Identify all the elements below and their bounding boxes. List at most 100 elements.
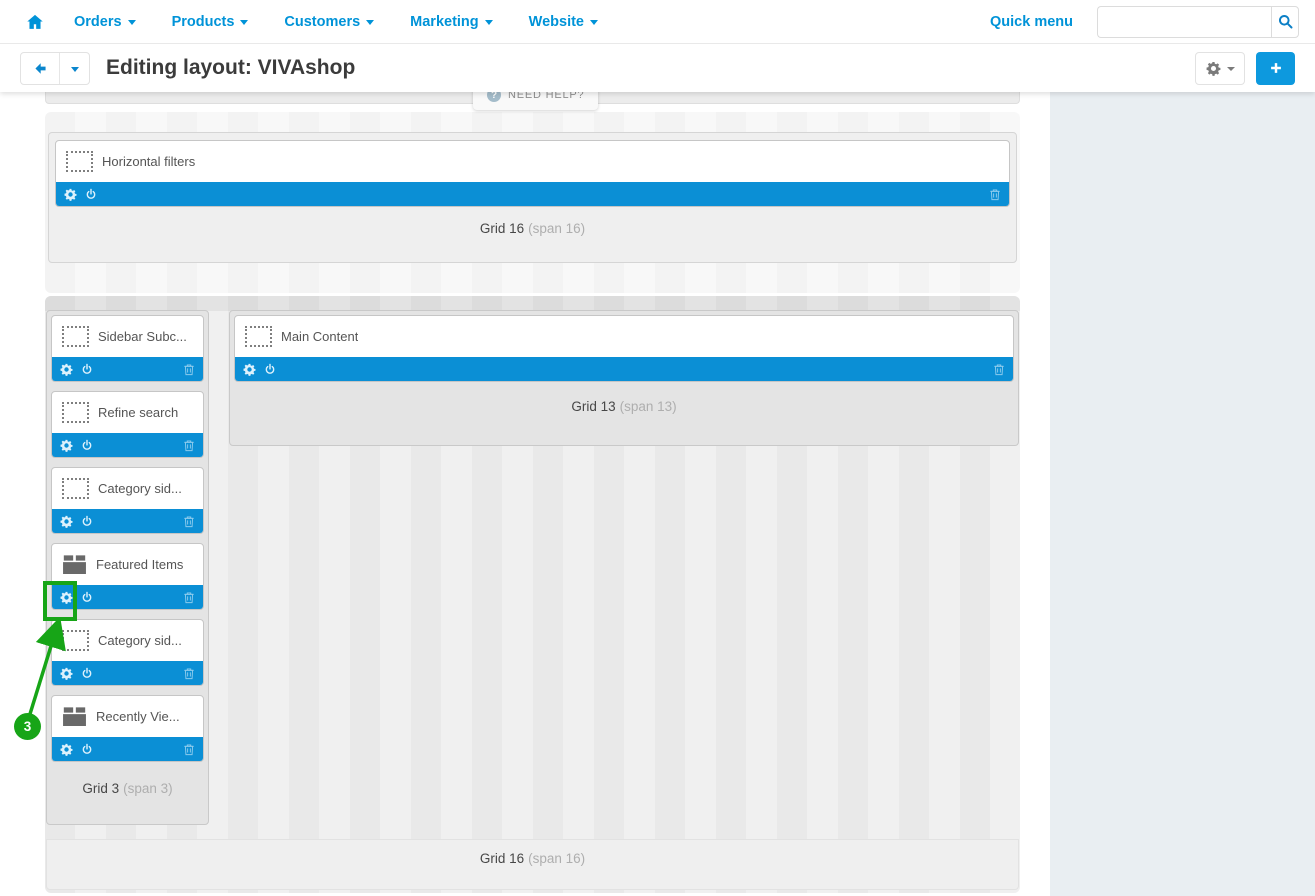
- block-category-sidebox-1[interactable]: Category sid...: [51, 467, 204, 534]
- grid16-top-container: Horizontal filters Grid 16(span 16): [48, 132, 1017, 263]
- gear-icon[interactable]: [60, 439, 73, 452]
- nav-item-label: Customers: [284, 14, 360, 30]
- chevron-down-icon: [240, 20, 248, 25]
- block-label: Featured Items: [96, 557, 183, 572]
- block-header: Recently Vie...: [52, 696, 203, 737]
- block-label: Horizontal filters: [102, 154, 195, 169]
- block-header: Main Content: [235, 316, 1013, 357]
- block-settings-bar: [52, 509, 203, 533]
- block-label: Recently Vie...: [96, 709, 180, 724]
- block-recently-viewed[interactable]: Recently Vie...: [51, 695, 204, 762]
- block-header: Category sid...: [52, 620, 203, 661]
- block-horizontal-filters[interactable]: Horizontal filters: [55, 140, 1010, 207]
- block-settings-bar: [235, 357, 1013, 381]
- dashed-box-icon: [66, 151, 93, 172]
- trash-icon[interactable]: [183, 439, 195, 452]
- power-icon[interactable]: [81, 439, 93, 452]
- nav-item-customers[interactable]: Customers: [284, 14, 374, 30]
- section-top-band: [45, 296, 1020, 311]
- nav-item-marketing[interactable]: Marketing: [410, 14, 493, 30]
- chevron-down-icon: [590, 20, 598, 25]
- block-category-sidebox-2[interactable]: Category sid...: [51, 619, 204, 686]
- quick-menu-link[interactable]: Quick menu: [990, 14, 1073, 30]
- chevron-down-icon: [128, 20, 136, 25]
- dashed-box-icon: [62, 478, 89, 499]
- trash-icon[interactable]: [183, 743, 195, 756]
- page-title: Editing layout: VIVAshop: [106, 56, 355, 80]
- nav-item-products[interactable]: Products: [172, 14, 249, 30]
- home-icon[interactable]: [26, 14, 44, 30]
- grid13-main-container: Main Content Grid 13(span 13): [229, 310, 1019, 446]
- power-icon[interactable]: [81, 363, 93, 376]
- trash-icon[interactable]: [183, 363, 195, 376]
- gear-icon[interactable]: [64, 188, 77, 201]
- block-label: Sidebar Subc...: [98, 329, 187, 344]
- nav-item-label: Orders: [74, 14, 122, 30]
- block-settings-bar: [56, 182, 1009, 206]
- block-settings-bar: [52, 357, 203, 381]
- back-button[interactable]: [21, 53, 60, 84]
- top-navbar: Orders Products Customers Marketing Webs…: [0, 0, 1315, 44]
- annotation-arrow: [20, 618, 70, 718]
- quick-search: [1097, 6, 1299, 38]
- power-icon[interactable]: [81, 743, 93, 756]
- back-dropdown-toggle[interactable]: [60, 53, 89, 84]
- block-settings-bar: [52, 433, 203, 457]
- chevron-down-icon: [366, 20, 374, 25]
- trash-icon[interactable]: [989, 188, 1001, 201]
- annotation-step-number: 3: [14, 713, 41, 740]
- page-header: Editing layout: VIVAshop: [0, 44, 1315, 92]
- nav-item-orders[interactable]: Orders: [74, 14, 136, 30]
- block-header: Horizontal filters: [56, 141, 1009, 182]
- grid-label: Grid 3(span 3): [51, 781, 204, 796]
- trash-icon[interactable]: [183, 667, 195, 680]
- chevron-down-icon: [71, 67, 79, 72]
- block-refine-search[interactable]: Refine search: [51, 391, 204, 458]
- arrow-left-icon: [33, 61, 48, 76]
- block-label: Refine search: [98, 405, 178, 420]
- block-header: Category sid...: [52, 468, 203, 509]
- gear-icon: [1206, 61, 1221, 76]
- power-icon[interactable]: [81, 515, 93, 528]
- trash-icon[interactable]: [993, 363, 1005, 376]
- power-icon[interactable]: [264, 363, 276, 376]
- block-header: Sidebar Subc...: [52, 316, 203, 357]
- dashed-box-icon: [245, 326, 272, 347]
- block-header: Featured Items: [52, 544, 203, 585]
- block-main-content[interactable]: Main Content: [234, 315, 1014, 382]
- nav-item-website[interactable]: Website: [529, 14, 598, 30]
- dashed-box-icon: [62, 402, 89, 423]
- grid-label: Grid 13(span 13): [234, 399, 1014, 414]
- right-side-panel: [1050, 92, 1315, 896]
- block-label: Main Content: [281, 329, 358, 344]
- chevron-down-icon: [1227, 67, 1235, 71]
- nav-item-label: Marketing: [410, 14, 479, 30]
- dashed-box-icon: [62, 326, 89, 347]
- gear-icon[interactable]: [60, 515, 73, 528]
- block-header: Refine search: [52, 392, 203, 433]
- gear-icon[interactable]: [243, 363, 256, 376]
- gear-icon[interactable]: [60, 363, 73, 376]
- grid16-top-section: Horizontal filters Grid 16(span 16): [45, 112, 1020, 293]
- power-icon[interactable]: [81, 591, 93, 604]
- block-sidebar-subcategories[interactable]: Sidebar Subc...: [51, 315, 204, 382]
- chevron-down-icon: [485, 20, 493, 25]
- products-box-icon: [62, 554, 87, 575]
- gear-icon[interactable]: [60, 743, 73, 756]
- add-button[interactable]: [1256, 52, 1295, 85]
- grid16-bottom-section: Sidebar Subc... Refine search: [45, 296, 1020, 893]
- nav-item-label: Website: [529, 14, 584, 30]
- block-settings-bar: [52, 737, 203, 761]
- nav-item-label: Products: [172, 14, 235, 30]
- power-icon[interactable]: [85, 188, 97, 201]
- quick-search-input[interactable]: [1097, 6, 1271, 38]
- grid-label: Grid 16(span 16): [46, 839, 1019, 890]
- trash-icon[interactable]: [183, 515, 195, 528]
- power-icon[interactable]: [81, 667, 93, 680]
- settings-dropdown-button[interactable]: [1195, 52, 1245, 85]
- block-settings-bar: [52, 661, 203, 685]
- trash-icon[interactable]: [183, 591, 195, 604]
- layout-editor-page: Orders Products Customers Marketing Webs…: [0, 0, 1315, 896]
- search-button[interactable]: [1271, 6, 1299, 38]
- block-label: Category sid...: [98, 481, 182, 496]
